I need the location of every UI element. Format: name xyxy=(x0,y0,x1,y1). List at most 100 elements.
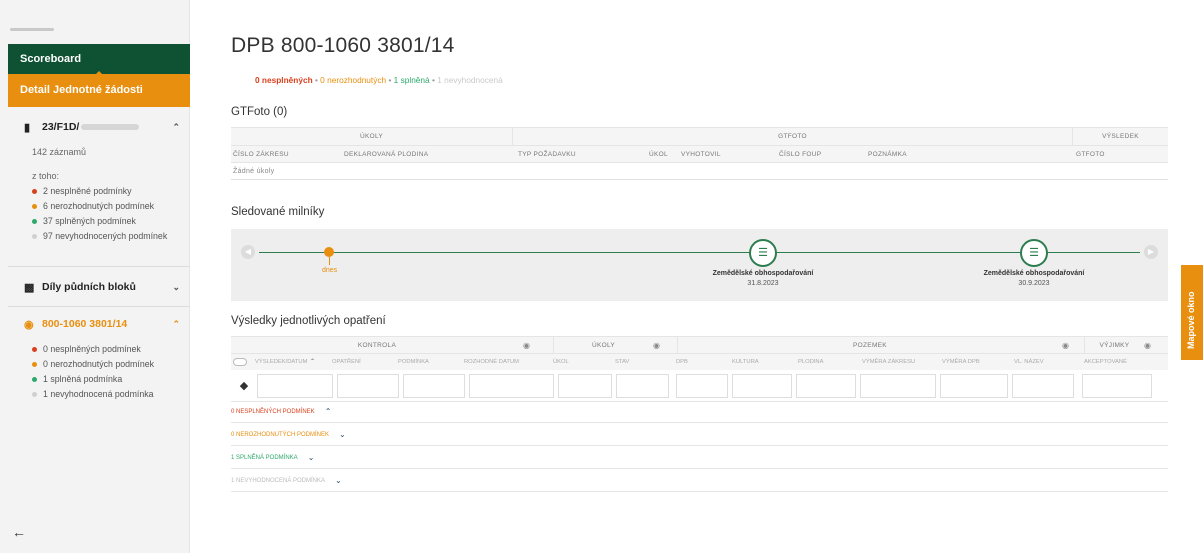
status-label: 6 nerozhodnutých podmínek xyxy=(43,201,155,211)
field-icon[interactable]: ☰ xyxy=(749,239,777,267)
col-deklarovana-plodina[interactable]: DEKLAROVANÁ PLODINA xyxy=(344,151,518,158)
col-vymera-zakresu[interactable]: VÝMĚRA ZÁKRESU xyxy=(862,359,942,365)
list-item: 2 nesplněné podmínky xyxy=(8,184,190,199)
chevron-down-icon[interactable]: ⌄ xyxy=(172,282,180,293)
milestone-date: 30.9.2023 xyxy=(1018,280,1050,287)
sidebar-section-dpb: ◉ 800-1060 3801/14 ⌃ 0 nesplněných podmí… xyxy=(8,314,190,402)
logo xyxy=(10,28,54,31)
col-typ-pozadavku[interactable]: TYP POŽADAVKU xyxy=(518,151,649,158)
col-vymera-dpb[interactable]: VÝMĚRA DPB xyxy=(942,359,1014,365)
col-rozhodne-datum[interactable]: ROZHODNÉ DATUM xyxy=(464,359,553,365)
layers-icon[interactable]: ◆ xyxy=(231,379,257,392)
results-table: KONTROLA ◉ ÚKOLY ◉ POZEMEK ◉ VÝJIMKY ◉ V… xyxy=(231,336,1168,402)
col-ukol[interactable]: ÚKOL xyxy=(553,359,615,365)
chevron-right-icon[interactable]: ▶ xyxy=(1144,245,1158,259)
active-notch xyxy=(93,71,105,77)
col-cislo-zakresu[interactable]: ČÍSLO ZÁKRESU xyxy=(231,151,344,158)
field-icon[interactable]: ☰ xyxy=(1020,239,1048,267)
filter-input[interactable] xyxy=(337,373,399,398)
eye-icon[interactable]: ◉ xyxy=(1062,341,1069,350)
status-label: 1 nevyhodnocená podmínka xyxy=(43,389,154,399)
condition-label: 0 NEROZHODNUTÝCH PODMÍNEK xyxy=(231,431,330,438)
sort-up-icon[interactable]: ⌃ xyxy=(310,359,332,365)
eye-icon[interactable]: ◉ xyxy=(1144,341,1151,350)
filter-input[interactable] xyxy=(796,373,856,398)
status-label: 1 splněná podmínka xyxy=(43,374,123,384)
sidebar: Scoreboard Detail Jednotné žádosti ▮ 23/… xyxy=(0,0,190,553)
redacted-id xyxy=(81,124,140,130)
col-kultura[interactable]: KULTURA xyxy=(732,359,798,365)
chevron-up-icon[interactable]: ⌃ xyxy=(172,122,180,133)
filter-input[interactable] xyxy=(257,373,333,398)
list-item: 1 splněná podmínka xyxy=(8,372,190,387)
arrow-left-icon[interactable]: ← xyxy=(12,524,26,540)
map-window-tab[interactable]: Mapové okno xyxy=(1181,265,1203,360)
sidebar-section-blocks: ▩ Díly půdních bloků ⌄ xyxy=(8,277,190,297)
section-blocks-title: Díly půdních bloků xyxy=(42,281,136,293)
eye-icon[interactable]: ◉ xyxy=(523,341,530,350)
separator: • xyxy=(431,75,435,85)
location-pin-icon: ◉ xyxy=(24,318,34,331)
list-item: 0 nesplněných podmínek xyxy=(8,342,190,357)
nav-scoreboard[interactable]: Scoreboard xyxy=(8,44,190,74)
condition-group-unfulfilled[interactable]: 0 NESPLNĚNÝCH PODMÍNEK ⌃ xyxy=(231,401,1168,423)
filter-input[interactable] xyxy=(558,373,612,398)
filter-input[interactable] xyxy=(676,373,728,398)
filter-input[interactable] xyxy=(403,373,465,398)
group-pozemek: POZEMEK xyxy=(677,337,1062,353)
col-stav[interactable]: STAV xyxy=(615,359,676,365)
section-application-header[interactable]: ▮ 23/F1D/ ⌃ xyxy=(8,117,190,137)
col-poznamka[interactable]: POZNÁMKA xyxy=(868,151,1076,158)
milestone-label: Zemědělské obhospodařování xyxy=(983,270,1085,277)
stats-summary: 0 nesplněných • 0 nerozhodnutých • 1 spl… xyxy=(255,75,503,85)
filter-input[interactable] xyxy=(1012,373,1074,398)
col-ukol[interactable]: ÚKOL xyxy=(649,151,681,158)
status-dot xyxy=(32,377,37,382)
filter-input[interactable] xyxy=(616,373,669,398)
col-vyhotovil[interactable]: VYHOTOVIL xyxy=(681,151,779,158)
condition-group-undecided[interactable]: 0 NEROZHODNUTÝCH PODMÍNEK ⌄ xyxy=(231,424,1168,446)
col-plodina[interactable]: PLODINA xyxy=(798,359,862,365)
status-label: 2 nesplněné podmínky xyxy=(43,186,132,196)
table-group-header: KONTROLA ◉ ÚKOLY ◉ POZEMEK ◉ VÝJIMKY ◉ xyxy=(231,336,1168,353)
list-item: 0 nerozhodnutých podmínek xyxy=(8,357,190,372)
condition-group-fulfilled[interactable]: 1 SPLNĚNÁ PODMÍNKA ⌄ xyxy=(231,447,1168,469)
toggle-switch[interactable] xyxy=(233,358,247,366)
chevron-down-icon[interactable]: ⌄ xyxy=(308,453,315,462)
group-ukoly: ÚKOLY xyxy=(553,337,653,353)
section-dpb-header[interactable]: ◉ 800-1060 3801/14 ⌃ xyxy=(8,314,190,334)
status-label: 0 nesplněných podmínek xyxy=(43,344,141,354)
chevron-down-icon[interactable]: ⌄ xyxy=(335,476,342,485)
chevron-left-icon[interactable]: ◀ xyxy=(241,245,255,259)
nav-detail-jednotne-zadosti[interactable]: Detail Jednotné žádosti xyxy=(8,74,190,107)
col-podminka[interactable]: PODMÍNKA xyxy=(398,359,464,365)
filter-input[interactable] xyxy=(940,373,1008,398)
group-vysledek: VÝSLEDEK xyxy=(1102,133,1139,140)
col-akceptovane[interactable]: AKCEPTOVANÉ xyxy=(1084,359,1146,365)
eye-icon[interactable]: ◉ xyxy=(653,341,660,350)
section-blocks-header[interactable]: ▩ Díly půdních bloků ⌄ xyxy=(8,277,190,297)
col-vysledek-datum[interactable]: VÝSLEDEK/DATUM xyxy=(255,359,310,365)
separator: • xyxy=(388,75,392,85)
col-vl-nazev[interactable]: VL. NÁZEV xyxy=(1014,359,1084,365)
stat-undecided: 0 nerozhodnutých xyxy=(320,75,387,85)
filter-input[interactable] xyxy=(860,373,936,398)
status-dot xyxy=(32,204,37,209)
filter-input[interactable] xyxy=(1082,373,1152,398)
timeline-line xyxy=(259,252,1140,253)
condition-label: 1 NEVYHODNOCENÁ PODMÍNKA xyxy=(231,477,326,484)
filter-input[interactable] xyxy=(469,373,554,398)
chevron-up-icon[interactable]: ⌃ xyxy=(172,319,180,330)
col-dpb[interactable]: DPB xyxy=(676,359,732,365)
col-cislo-foup[interactable]: ČÍSLO FOUP xyxy=(779,151,868,158)
condition-group-unevaluated[interactable]: 1 NEVYHODNOCENÁ PODMÍNKA ⌄ xyxy=(231,470,1168,492)
status-dot xyxy=(32,189,37,194)
filter-input[interactable] xyxy=(732,373,792,398)
col-opatreni[interactable]: OPATŘENÍ xyxy=(332,359,398,365)
filter-row: ◆ xyxy=(231,370,1168,402)
col-gtfoto[interactable]: GTFOTO xyxy=(1076,151,1168,158)
milestones-timeline: ◀ ▶ dnes ☰ Zemědělské obhospodařování 31… xyxy=(231,229,1168,301)
chevron-up-icon[interactable]: ⌃ xyxy=(325,407,332,416)
condition-label: 0 NESPLNĚNÝCH PODMÍNEK xyxy=(231,408,315,415)
chevron-down-icon[interactable]: ⌄ xyxy=(339,430,346,439)
